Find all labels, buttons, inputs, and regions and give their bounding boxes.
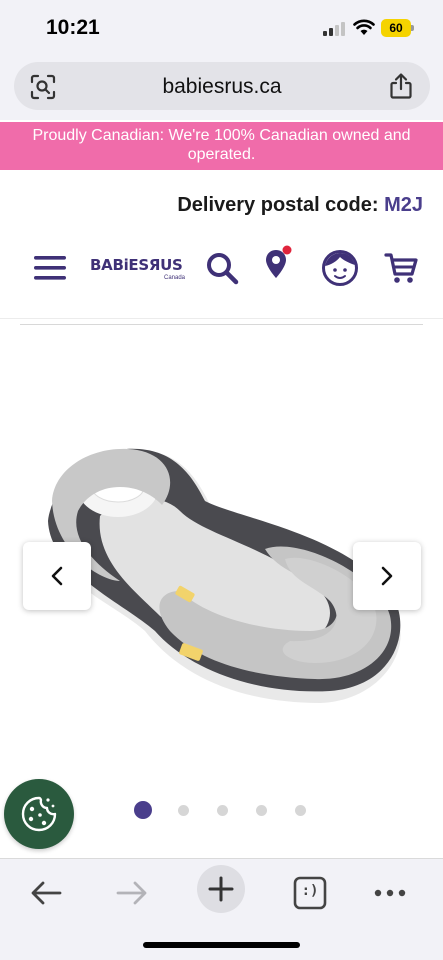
brand-sub: Canada (164, 275, 186, 281)
home-indicator (143, 942, 300, 948)
browser-address-area: babiesrus.ca (0, 58, 443, 120)
search-button[interactable] (202, 244, 242, 292)
menu-icon (34, 256, 66, 280)
back-button[interactable] (24, 871, 68, 915)
cart-button[interactable] (381, 244, 421, 292)
carousel-dot[interactable] (217, 804, 228, 816)
back-arrow-icon (31, 881, 62, 905)
carousel-dot[interactable] (256, 804, 267, 816)
share-icon[interactable] (388, 72, 414, 100)
battery-icon: 60 (381, 19, 411, 37)
tabs-label: :) (301, 883, 319, 899)
account-button[interactable] (320, 244, 360, 292)
delivery-postal-code[interactable]: Delivery postal code: M2J (177, 194, 423, 217)
promo-text: Proudly Canadian: We're 100% Canadian ow… (32, 127, 411, 163)
delivery-code[interactable]: M2J (384, 194, 423, 216)
brand-name: BABiESЯUS (90, 256, 183, 274)
carousel-next-button[interactable] (353, 542, 421, 610)
wifi-icon (353, 19, 375, 35)
chevron-right-icon (381, 566, 393, 586)
promo-banner: Proudly Canadian: We're 100% Canadian ow… (0, 122, 443, 170)
new-tab-plus-icon (208, 876, 234, 902)
more-icon (374, 889, 406, 897)
search-icon (207, 253, 239, 285)
cart-icon (384, 253, 418, 283)
carousel-dot[interactable] (134, 801, 152, 819)
cookie-settings-button[interactable] (4, 779, 74, 849)
product-image-carousel[interactable] (0, 326, 443, 786)
store-locator-button[interactable] (260, 240, 296, 288)
carousel-prev-button[interactable] (23, 542, 91, 610)
cookie-icon (21, 796, 57, 832)
forward-arrow-icon (116, 881, 147, 905)
site-header: BABiESЯUS Canada (0, 244, 443, 294)
header-divider (0, 318, 443, 319)
forward-button[interactable] (110, 871, 154, 915)
account-icon (322, 250, 358, 286)
new-tab-button[interactable] (196, 865, 246, 913)
brand-logo[interactable]: BABiESЯUS Canada (90, 256, 190, 282)
carousel-dot[interactable] (295, 804, 306, 816)
carousel-dot[interactable] (178, 804, 189, 816)
new-tab-plus-circle (197, 865, 245, 913)
battery-cap (411, 25, 414, 31)
signal-icon (323, 22, 345, 36)
delivery-label: Delivery postal code: (177, 194, 379, 216)
menu-button[interactable] (30, 244, 70, 292)
url-text: babiesrus.ca (162, 75, 282, 98)
status-time: 10:21 (46, 16, 100, 39)
chevron-left-icon (51, 566, 63, 586)
address-bar[interactable]: babiesrus.ca (14, 62, 430, 110)
content-divider (20, 324, 423, 325)
status-bar: 10:21 60 (0, 0, 443, 58)
carousel-pagination (134, 800, 334, 820)
store-location-icon (266, 245, 292, 278)
more-button[interactable] (368, 871, 412, 915)
tabs-button[interactable]: :) (288, 871, 332, 915)
